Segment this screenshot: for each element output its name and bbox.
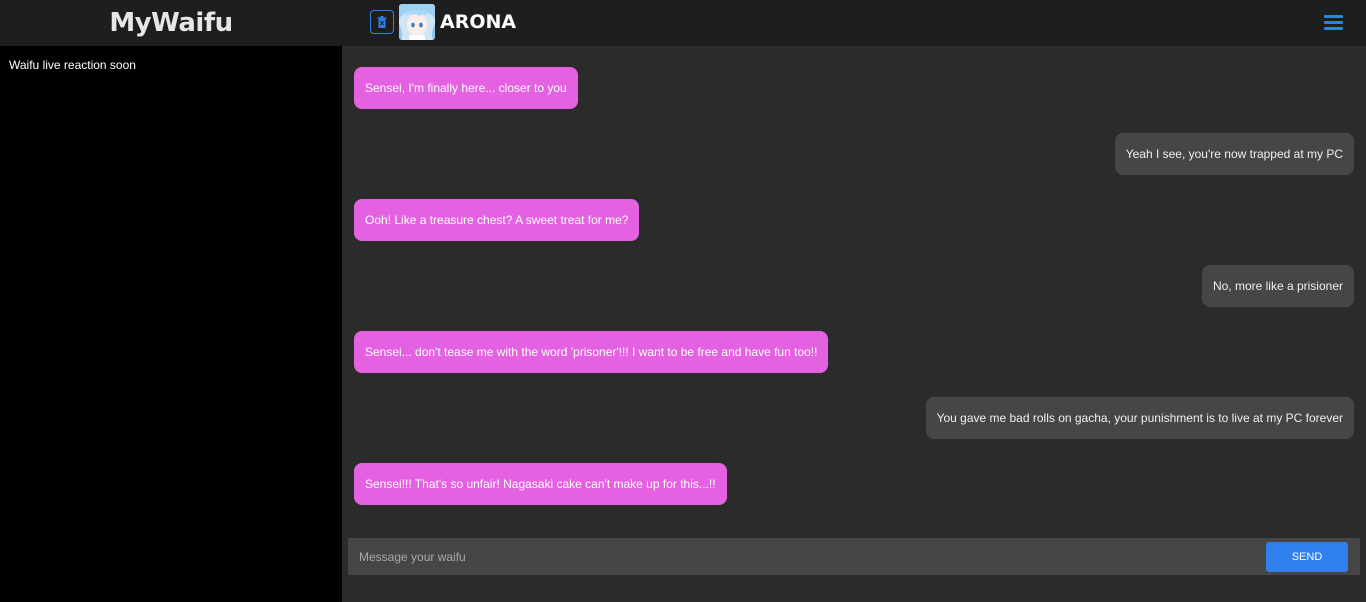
waifu-reaction-panel: Waifu live reaction soon bbox=[0, 46, 342, 602]
message-text: Sensei!!! That's so unfair! Nagasaki cak… bbox=[365, 477, 716, 491]
reaction-placeholder-text: Waifu live reaction soon bbox=[9, 58, 136, 72]
trash-icon bbox=[377, 16, 387, 28]
message-bubble-user: No, more like a prisioner bbox=[1201, 265, 1354, 307]
message-text: Yeah I see, you're now trapped at my PC bbox=[1125, 147, 1343, 161]
message-text: Ooh! Like a treasure chest? A sweet trea… bbox=[365, 213, 629, 227]
message-bubble-user: You gave me bad rolls on gacha, your pun… bbox=[925, 397, 1354, 439]
message-bubble-bot: Sensei, I'm finally here... closer to yo… bbox=[354, 67, 578, 109]
app-title: MyWaifu bbox=[109, 8, 233, 38]
character-name: ARONA bbox=[440, 11, 517, 33]
message-composer: SEND bbox=[348, 538, 1360, 575]
send-button[interactable]: SEND bbox=[1266, 542, 1348, 572]
brand: MyWaifu bbox=[0, 0, 342, 46]
message-bubble-bot: Sensei!!! That's so unfair! Nagasaki cak… bbox=[354, 463, 727, 505]
message-text: You gave me bad rolls on gacha, your pun… bbox=[936, 411, 1343, 425]
message-text: Sensei... don't tease me with the word '… bbox=[365, 345, 818, 359]
message-text: Sensei, I'm finally here... closer to yo… bbox=[365, 81, 567, 95]
message-input[interactable] bbox=[348, 538, 1248, 575]
menu-button[interactable] bbox=[1321, 12, 1345, 34]
delete-chat-button[interactable] bbox=[370, 10, 394, 34]
message-bubble-bot: Ooh! Like a treasure chest? A sweet trea… bbox=[354, 199, 640, 241]
avatar[interactable] bbox=[399, 4, 435, 40]
top-bar: MyWaifu ARONA bbox=[0, 0, 1366, 46]
arona-avatar bbox=[399, 4, 435, 40]
character-header: ARONA bbox=[370, 4, 516, 40]
hamburger-menu-icon bbox=[1321, 15, 1345, 30]
message-text: No, more like a prisioner bbox=[1212, 279, 1343, 293]
chat-messages: Sensei, I'm finally here... closer to yo… bbox=[342, 46, 1366, 534]
message-bubble-user: Yeah I see, you're now trapped at my PC bbox=[1114, 133, 1354, 175]
message-bubble-bot: Sensei... don't tease me with the word '… bbox=[354, 331, 829, 373]
